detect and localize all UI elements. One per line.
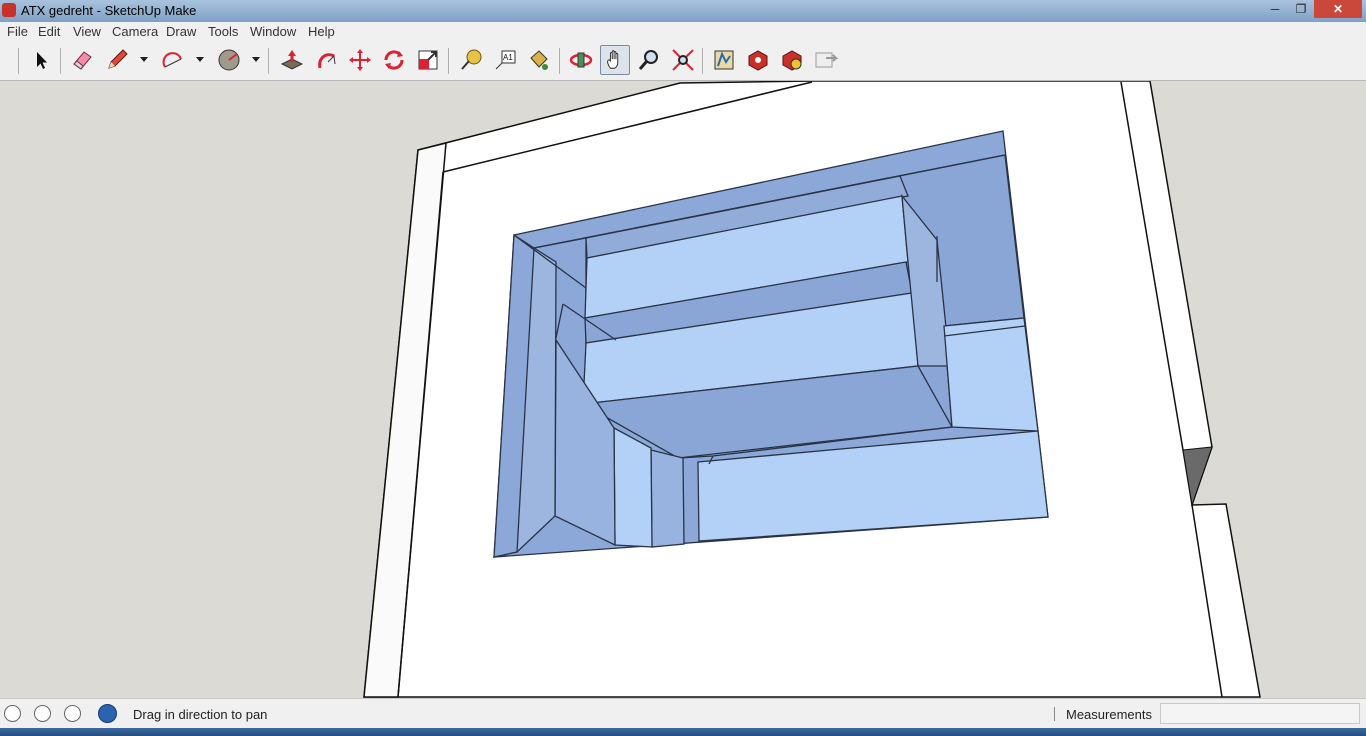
title-bar: ATX gedreht - SketchUp Make ─ ❐ ✕ — [0, 0, 1366, 22]
pan-tool-icon[interactable] — [600, 45, 630, 75]
menu-tools[interactable]: Tools — [208, 24, 238, 39]
zoom-extents-tool-icon[interactable] — [668, 45, 698, 75]
minimize-button[interactable]: ─ — [1262, 0, 1288, 18]
status-bar: Drag in direction to pan Measurements — [0, 698, 1366, 729]
user-account-icon[interactable] — [64, 705, 81, 722]
tape-measure-tool-icon[interactable] — [456, 45, 486, 75]
menu-help[interactable]: Help — [308, 24, 335, 39]
zoom-tool-icon[interactable] — [634, 45, 664, 75]
menu-draw[interactable]: Draw — [166, 24, 196, 39]
move-tool-icon[interactable] — [345, 45, 375, 75]
status-hint: Drag in direction to pan — [133, 707, 268, 722]
arc-dropdown-icon[interactable] — [196, 57, 204, 62]
orbit-tool-icon[interactable] — [566, 45, 596, 75]
scale-tool-icon[interactable] — [413, 45, 443, 75]
model-canvas[interactable] — [0, 80, 1366, 698]
menu-bar: File Edit View Camera Draw Tools Window … — [0, 22, 1366, 42]
window-title: ATX gedreht - SketchUp Make — [21, 3, 197, 18]
rotate-tool-icon[interactable] — [379, 45, 409, 75]
push-pull-tool-icon[interactable] — [277, 45, 307, 75]
circle-dropdown-icon[interactable] — [252, 57, 260, 62]
paint-bucket-tool-icon[interactable] — [524, 45, 554, 75]
eraser-tool-icon[interactable] — [67, 45, 97, 75]
toolbar-grip[interactable] — [18, 48, 19, 74]
share-model-icon[interactable] — [777, 45, 807, 75]
close-button[interactable]: ✕ — [1314, 0, 1362, 18]
menu-camera[interactable]: Camera — [112, 24, 158, 39]
pencil-tool-icon[interactable] — [102, 45, 132, 75]
menu-edit[interactable]: Edit — [38, 24, 60, 39]
credits-icon[interactable] — [34, 705, 51, 722]
sketchup-app-icon[interactable] — [2, 3, 16, 17]
arc-tool-icon[interactable] — [158, 45, 188, 75]
getting-started-toolbar: A1 — [0, 42, 1366, 81]
send-to-layout-icon[interactable] — [811, 45, 841, 75]
os-taskbar — [0, 728, 1366, 736]
circle-tool-icon[interactable] — [214, 45, 244, 75]
model-viewport[interactable] — [0, 80, 1366, 698]
follow-me-tool-icon[interactable] — [311, 45, 341, 75]
text-tool-icon[interactable]: A1 — [490, 45, 520, 75]
measurements-label: Measurements — [1066, 707, 1152, 722]
3d-warehouse-icon[interactable] — [709, 45, 739, 75]
menu-window[interactable]: Window — [250, 24, 296, 39]
pencil-dropdown-icon[interactable] — [140, 57, 148, 62]
menu-file[interactable]: File — [7, 24, 28, 39]
svg-text:A1: A1 — [503, 53, 513, 62]
instructor-help-icon[interactable] — [98, 704, 117, 723]
measurements-input[interactable] — [1160, 703, 1360, 724]
select-tool-icon[interactable] — [26, 45, 56, 75]
geo-location-icon[interactable] — [4, 705, 21, 722]
menu-view[interactable]: View — [73, 24, 101, 39]
restore-button[interactable]: ❐ — [1288, 0, 1314, 18]
get-models-icon[interactable] — [743, 45, 773, 75]
